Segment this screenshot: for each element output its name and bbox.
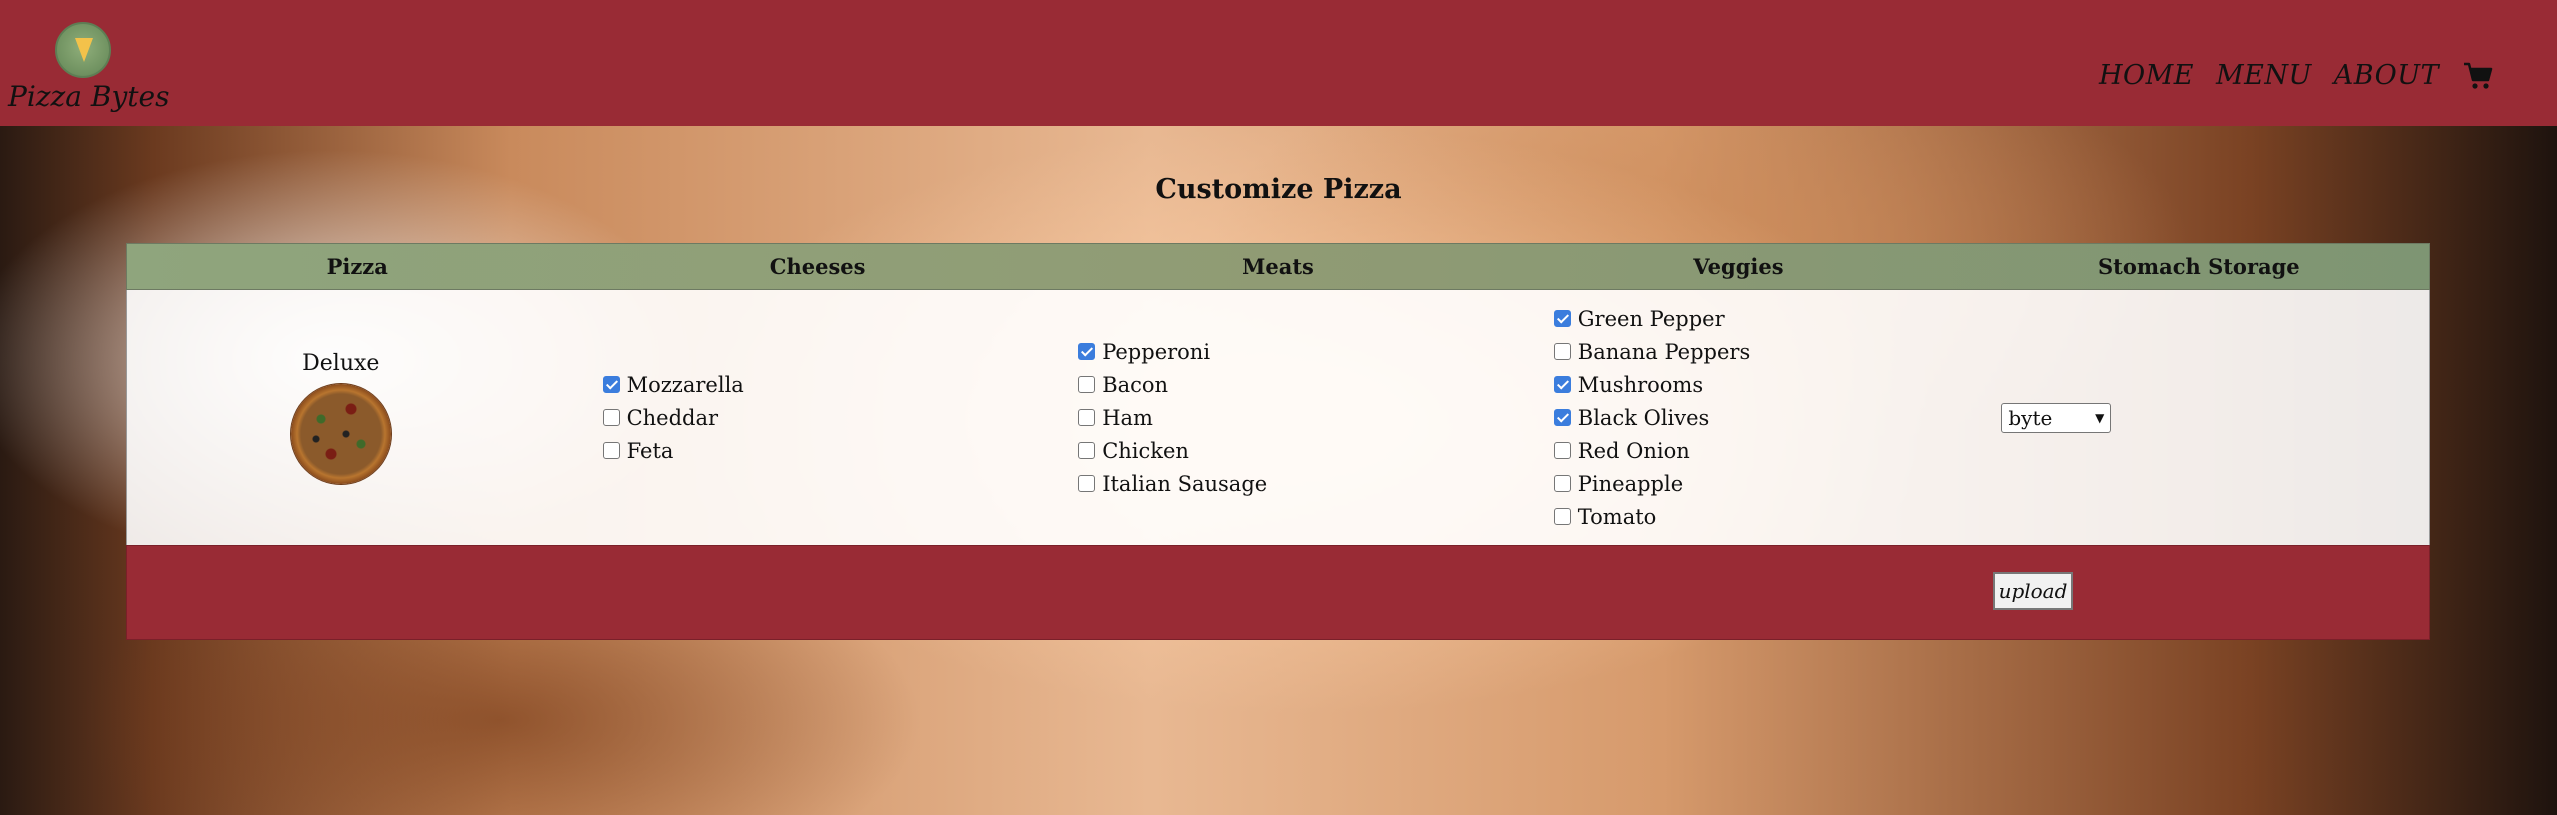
main-nav: HOME MENU ABOUT xyxy=(2099,60,2493,91)
header-veggies: Veggies xyxy=(1693,254,1784,279)
header-meats: Meats xyxy=(1242,254,1314,279)
checkbox[interactable] xyxy=(1553,475,1571,492)
checkbox[interactable] xyxy=(1078,409,1096,426)
checkbox[interactable] xyxy=(1078,376,1096,393)
cheeses-cell: Mozzarella Cheddar Feta xyxy=(555,290,1031,545)
checkbox[interactable] xyxy=(1553,310,1571,327)
header-stomach-storage: Stomach Storage xyxy=(2098,254,2300,279)
veggie-option-red-onion[interactable]: Red Onion xyxy=(1553,434,1982,467)
header-cheeses: Cheeses xyxy=(769,254,866,279)
checkbox[interactable] xyxy=(1078,442,1096,459)
checkbox[interactable] xyxy=(602,376,620,393)
nav-home-link[interactable]: HOME xyxy=(2099,60,2194,91)
checkbox[interactable] xyxy=(602,409,620,426)
meat-option-pepperoni[interactable]: Pepperoni xyxy=(1078,335,1506,368)
meat-option-chicken[interactable]: Chicken xyxy=(1078,434,1506,467)
navbar: Pizza Bytes HOME MENU ABOUT xyxy=(0,0,2557,126)
meat-option-ham[interactable]: Ham xyxy=(1078,401,1506,434)
brand-name: Pizza Bytes xyxy=(8,80,170,113)
table-header-row: Pizza Cheeses Meats Veggies Stomach Stor… xyxy=(126,243,2430,290)
veggies-cell: Green Pepper Banana Peppers Mushrooms Bl… xyxy=(1506,290,1982,545)
header-pizza: Pizza xyxy=(326,254,388,279)
veggie-option-mushrooms[interactable]: Mushrooms xyxy=(1553,368,1982,401)
pizza-image xyxy=(290,384,391,484)
checkbox[interactable] xyxy=(1078,343,1096,360)
veggie-option-green-pepper[interactable]: Green Pepper xyxy=(1553,302,1982,335)
meat-option-bacon[interactable]: Bacon xyxy=(1078,368,1506,401)
checkbox[interactable] xyxy=(1553,508,1571,525)
cart-icon[interactable] xyxy=(2463,62,2493,90)
checkbox[interactable] xyxy=(1553,442,1571,459)
customize-table: Pizza Cheeses Meats Veggies Stomach Stor… xyxy=(126,243,2430,640)
cheese-option-cheddar[interactable]: Cheddar xyxy=(602,401,1031,434)
meat-option-italian-sausage[interactable]: Italian Sausage xyxy=(1078,467,1506,500)
stomach-storage-select[interactable]: byte ▼ xyxy=(2001,402,2112,433)
pizza-cell: Deluxe xyxy=(127,290,555,545)
checkbox[interactable] xyxy=(1078,475,1096,492)
veggie-option-banana-peppers[interactable]: Banana Peppers xyxy=(1553,335,1982,368)
table-footer: upload xyxy=(126,545,2430,640)
meats-cell: Pepperoni Bacon Ham Chicken Italian Saus… xyxy=(1030,290,1506,545)
stomach-storage-cell: byte ▼ xyxy=(1981,290,2429,545)
veggie-option-black-olives[interactable]: Black Olives xyxy=(1553,401,1982,434)
pizza-logo-icon xyxy=(55,22,111,78)
page-title: Customize Pizza xyxy=(1155,174,1402,205)
table-row: Deluxe Mozzarella Cheddar Feta Pepperoni… xyxy=(126,290,2430,545)
cheese-option-feta[interactable]: Feta xyxy=(602,434,1031,467)
veggie-option-tomato[interactable]: Tomato xyxy=(1553,500,1982,533)
select-value: byte xyxy=(2008,405,2053,430)
upload-button[interactable]: upload xyxy=(1993,572,2073,610)
checkbox[interactable] xyxy=(602,442,620,459)
nav-menu-link[interactable]: MENU xyxy=(2216,60,2312,91)
veggie-option-pineapple[interactable]: Pineapple xyxy=(1553,467,1982,500)
chevron-down-icon: ▼ xyxy=(2095,410,2105,425)
checkbox[interactable] xyxy=(1553,376,1571,393)
pizza-name: Deluxe xyxy=(302,351,380,376)
checkbox[interactable] xyxy=(1553,409,1571,426)
brand[interactable]: Pizza Bytes xyxy=(8,22,170,113)
cheese-option-mozzarella[interactable]: Mozzarella xyxy=(602,368,1031,401)
checkbox[interactable] xyxy=(1553,343,1571,360)
nav-about-link[interactable]: ABOUT xyxy=(2334,60,2439,91)
